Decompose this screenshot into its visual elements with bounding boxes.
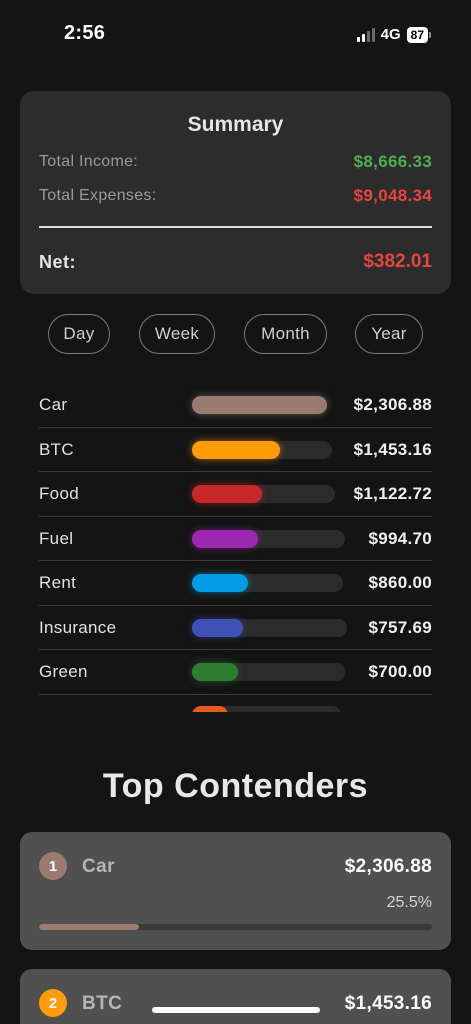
category-list[interactable]: Car $2,306.88 BTC $1,453.16 Food $1,122.… <box>39 383 432 695</box>
category-bar-track <box>192 485 335 503</box>
contender-amount: $2,306.88 <box>344 856 432 877</box>
contender-name: Car <box>82 856 115 877</box>
battery-level: 87 <box>406 26 428 43</box>
income-label: Total Income: <box>39 153 139 170</box>
category-amount: $1,122.72 <box>353 484 432 503</box>
category-name: Car <box>39 395 68 414</box>
summary-card: Summary Total Income: $8,666.33 Total Ex… <box>20 91 451 294</box>
cellular-signal-icon <box>356 27 375 42</box>
summary-title: Summary <box>187 113 284 136</box>
category-bar-track <box>192 396 327 414</box>
home-indicator[interactable] <box>152 1007 320 1013</box>
category-name: Rent <box>39 573 77 592</box>
category-bar-track <box>192 663 345 681</box>
battery-icon: 87 <box>406 26 431 43</box>
category-row[interactable]: Insurance $757.69 <box>39 606 432 650</box>
category-amount: $757.69 <box>368 617 432 637</box>
category-name: BTC <box>39 439 74 459</box>
contender-card[interactable]: 1 Car $2,306.88 25.5% <box>20 832 451 950</box>
category-bar-fill <box>192 529 258 548</box>
category-bar-fill <box>192 440 281 459</box>
expenses-label: Total Expenses: <box>39 187 157 204</box>
category-bar-track <box>192 618 347 637</box>
rank-badge: 2 <box>39 989 67 1017</box>
category-name: Insurance <box>39 617 117 637</box>
category-row[interactable]: Rent $860.00 <box>39 561 432 606</box>
category-row[interactable]: Fuel $994.70 <box>39 517 432 561</box>
category-bar-fill <box>192 574 248 592</box>
category-row[interactable]: Car $2,306.88 <box>39 383 432 428</box>
contender-progress-track <box>39 924 432 930</box>
category-amount: $700.00 <box>368 662 432 681</box>
net-label: Net: <box>39 251 76 272</box>
top-contenders-title: Top Contenders <box>102 767 369 805</box>
contender-name: BTC <box>82 993 123 1014</box>
network-type: 4G <box>380 26 401 43</box>
category-bar-track <box>192 529 345 548</box>
status-time: 2:56 <box>64 22 106 44</box>
period-year-button[interactable]: Year <box>355 314 423 354</box>
contender-percent: 25.5% <box>386 894 432 911</box>
income-value: $8,666.33 <box>353 152 432 171</box>
period-day-button[interactable]: Day <box>48 314 110 354</box>
contender-progress-fill <box>39 924 140 930</box>
period-month-button[interactable]: Month <box>244 314 327 354</box>
category-bar-partial <box>192 706 341 712</box>
category-row[interactable]: Food $1,122.72 <box>39 472 432 517</box>
summary-divider <box>39 226 432 228</box>
expenses-row: Total Expenses: $9,048.34 <box>39 186 432 206</box>
category-amount: $1,453.16 <box>353 439 432 459</box>
category-amount: $994.70 <box>368 528 432 548</box>
contender-card[interactable]: 2 BTC $1,453.16 <box>20 969 451 1024</box>
category-bar-fill <box>192 663 238 681</box>
category-name: Fuel <box>39 528 74 548</box>
expenses-value: $9,048.34 <box>353 186 432 205</box>
category-row[interactable]: BTC $1,453.16 <box>39 428 432 472</box>
category-name: Green <box>39 662 88 681</box>
category-amount: $860.00 <box>368 573 432 592</box>
category-row[interactable]: Green $700.00 <box>39 650 432 695</box>
category-name: Food <box>39 484 79 503</box>
contender-amount: $1,453.16 <box>344 993 432 1014</box>
period-week-button[interactable]: Week <box>139 314 215 354</box>
rank-badge: 1 <box>39 852 67 880</box>
category-bar-fill <box>192 618 244 637</box>
income-row: Total Income: $8,666.33 <box>39 152 432 172</box>
category-bar-fill <box>192 485 263 503</box>
category-bar-track <box>192 440 332 459</box>
net-row: Net: $382.01 <box>39 251 432 273</box>
category-bar-track <box>192 574 343 592</box>
status-indicators: 4G 87 <box>356 26 431 43</box>
net-value: $382.01 <box>363 251 432 272</box>
category-bar-fill <box>192 396 327 414</box>
category-amount: $2,306.88 <box>353 395 432 414</box>
